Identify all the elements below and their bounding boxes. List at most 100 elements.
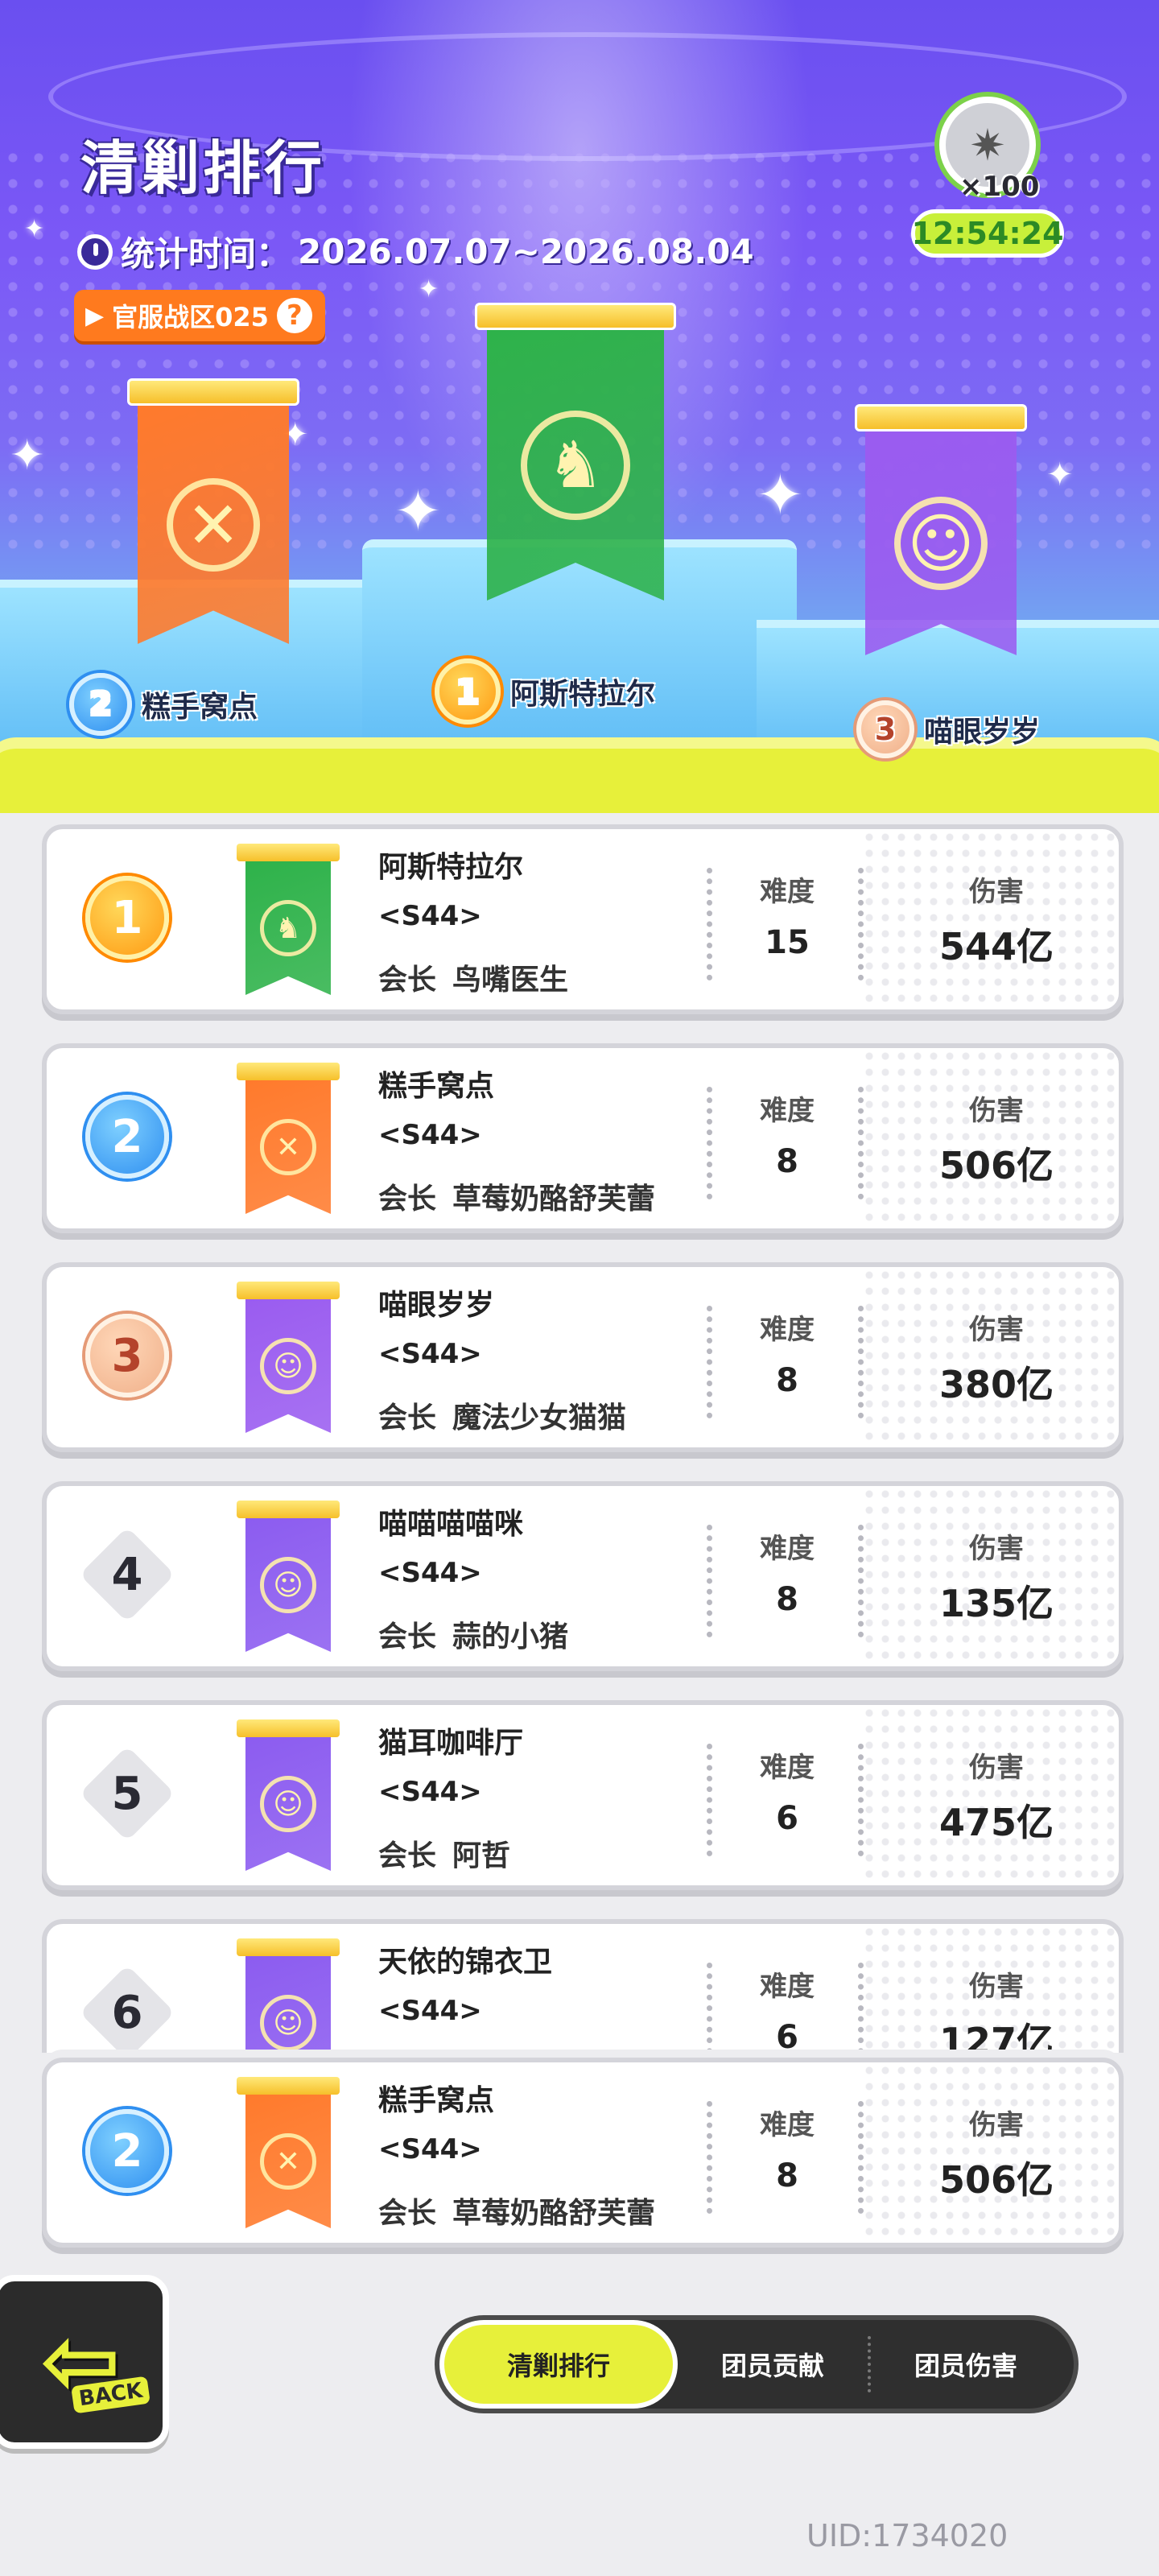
rank-medal: 5 bbox=[79, 1745, 175, 1842]
guild-banner: ☺ bbox=[237, 1501, 340, 1652]
banner-rod bbox=[475, 303, 676, 330]
banner-rod bbox=[237, 1282, 340, 1299]
tab-member-contribution[interactable]: 团员贡献 bbox=[678, 2320, 868, 2409]
slime-divider bbox=[0, 749, 1159, 813]
damage-label: 伤害 bbox=[969, 876, 1024, 908]
guild-tag: <S44> bbox=[378, 1776, 482, 1808]
rank-number: 5 bbox=[111, 1767, 143, 1820]
banner-cloth: ✕ bbox=[245, 1080, 331, 1214]
rank-medal: 2 bbox=[85, 2109, 169, 2193]
sparkle-icon: ✦ bbox=[1046, 456, 1074, 493]
period-row: 统计时间： 2026.07.07~2026.08.04 bbox=[77, 227, 754, 276]
guild-leader: 会长 草莓奶酪舒芙蕾 bbox=[378, 2190, 655, 2231]
tab-member-damage[interactable]: 团员伤害 bbox=[871, 2320, 1061, 2409]
damage-value: 380亿 bbox=[938, 1363, 1054, 1406]
damage-label: 伤害 bbox=[969, 2109, 1024, 2141]
rank-indicator: 2 bbox=[79, 1088, 175, 1185]
leader-name: 魔法少女猫猫 bbox=[452, 1402, 627, 1435]
column-divider bbox=[858, 1087, 864, 1199]
ranking-list[interactable]: 1 ♞ 阿斯特拉尔 <S44> 会长 鸟嘴医生 难度 15 伤害 544亿 2 … bbox=[0, 813, 1159, 2053]
podium-name-rank2: 2 糕手窝点 bbox=[69, 673, 258, 736]
leader-name: 阿哲 bbox=[452, 1839, 511, 1872]
guild-emblem-icon: ☺ bbox=[260, 1776, 316, 1832]
leader-label: 会长 bbox=[378, 1620, 437, 1653]
damage-label: 伤害 bbox=[969, 1095, 1024, 1127]
guild-banner: ☺ bbox=[237, 1938, 340, 2053]
help-question-icon[interactable]: ? bbox=[276, 298, 312, 333]
server-badge[interactable]: ▶ 官服战区025 ? bbox=[74, 290, 325, 341]
guild-name: 喵喵喵喵咪 bbox=[378, 1508, 524, 1541]
column-divider bbox=[707, 1525, 712, 1637]
difficulty-label: 难度 bbox=[760, 1752, 815, 1784]
rank-medal: 6 bbox=[79, 1964, 175, 2053]
difficulty-label: 难度 bbox=[760, 876, 815, 908]
rank-number: 2 bbox=[111, 1110, 143, 1163]
guild-tag: <S44> bbox=[378, 1557, 482, 1589]
podium-guild-name: 喵眼岁岁 bbox=[924, 716, 1041, 749]
sparkle-icon: ✦ bbox=[394, 478, 442, 544]
banner-cloth: ☺ bbox=[245, 1299, 331, 1433]
leader-name: 草莓奶酪舒芙蕾 bbox=[452, 1183, 656, 1216]
damage-value: 127亿 bbox=[938, 2020, 1054, 2053]
guild-emblem-icon: ♞ bbox=[260, 900, 316, 956]
guild-emblem-icon: ♞ bbox=[520, 410, 631, 521]
leader-name: 鸟嘴医生 bbox=[452, 964, 569, 997]
rank-number: 2 bbox=[111, 2124, 143, 2178]
column-divider bbox=[858, 2101, 864, 2214]
user-id: UID:1734020 bbox=[806, 2518, 1008, 2553]
guild-tag: <S44> bbox=[378, 1338, 482, 1370]
podium-banner-rank1[interactable]: ♞ bbox=[475, 303, 676, 601]
rank-medal: 4 bbox=[79, 1526, 175, 1623]
my-guild-row[interactable]: 2 ✕ 糕手窝点 <S44> 会长 草莓奶酪舒芙蕾 难度 8 伤害 506亿 bbox=[42, 2058, 1124, 2248]
banner-rod bbox=[237, 844, 340, 861]
reward-count: ×100 bbox=[959, 171, 1040, 203]
ranking-row[interactable]: 4 ☺ 喵喵喵喵咪 <S44> 会长 蒜的小猪 难度 8 伤害 135亿 bbox=[42, 1481, 1124, 1671]
guild-name: 阿斯特拉尔 bbox=[378, 851, 524, 884]
rank-indicator: 1 bbox=[79, 869, 175, 966]
rank-medal-2: 2 bbox=[69, 673, 132, 736]
difficulty-label: 难度 bbox=[760, 1971, 815, 2003]
banner-rod bbox=[237, 1719, 340, 1737]
tab-clear-ranking[interactable]: 清剿排行 bbox=[439, 2320, 678, 2409]
column-divider bbox=[858, 1306, 864, 1418]
damage-label: 伤害 bbox=[969, 1752, 1024, 1784]
column-divider bbox=[858, 1525, 864, 1637]
damage-label: 伤害 bbox=[969, 1314, 1024, 1346]
sparkle-icon: ✦ bbox=[24, 215, 45, 243]
rank-number: 4 bbox=[111, 1548, 143, 1601]
reward-chest[interactable]: ✷ ×100 12:54:24 bbox=[911, 97, 1064, 266]
column-divider bbox=[707, 1306, 712, 1418]
ranking-row[interactable]: 2 ✕ 糕手窝点 <S44> 会长 草莓奶酪舒芙蕾 难度 8 伤害 506亿 bbox=[42, 1043, 1124, 1233]
rank-indicator: 6 bbox=[79, 1964, 175, 2053]
column-divider bbox=[707, 868, 712, 980]
guild-banner: ☺ bbox=[237, 1282, 340, 1433]
back-button[interactable]: ⇦ BACK bbox=[0, 2275, 169, 2449]
podium-banner-rank3[interactable]: ☺ bbox=[855, 404, 1027, 655]
column-divider bbox=[858, 868, 864, 980]
difficulty-label: 难度 bbox=[760, 1533, 815, 1565]
guild-emblem-icon: ✕ bbox=[260, 2133, 316, 2190]
banner-cloth: ☺ bbox=[245, 1737, 331, 1871]
leader-label: 会长 bbox=[378, 1183, 437, 1216]
sparkle-icon: ✦ bbox=[10, 431, 45, 480]
ranking-row[interactable]: 3 ☺ 喵眼岁岁 <S44> 会长 魔法少女猫猫 难度 8 伤害 380亿 bbox=[42, 1262, 1124, 1452]
rank-medal: 3 bbox=[85, 1314, 169, 1397]
podium-banner-rank2[interactable]: ✕ bbox=[127, 378, 299, 644]
podium-guild-name: 糕手窝点 bbox=[142, 691, 258, 724]
sparkle-icon: ✦ bbox=[757, 462, 804, 528]
damage-value: 475亿 bbox=[938, 1801, 1054, 1844]
ranking-row[interactable]: 6 ☺ 天依的锦衣卫 <S44> 会长 难度 6 伤害 127亿 bbox=[42, 1919, 1124, 2053]
tab-bar: 清剿排行 团员贡献 团员伤害 bbox=[435, 2315, 1079, 2413]
leader-label: 会长 bbox=[378, 1402, 437, 1435]
guild-name: 糕手窝点 bbox=[378, 1070, 495, 1103]
reward-timer: 12:54:24 bbox=[911, 209, 1064, 258]
guild-emblem-icon: ☺ bbox=[893, 496, 988, 591]
difficulty-value: 6 bbox=[776, 2019, 798, 2053]
rank-indicator: 2 bbox=[79, 2103, 175, 2199]
ranking-row[interactable]: 5 ☺ 猫耳咖啡厅 <S44> 会长 阿哲 难度 6 伤害 475亿 bbox=[42, 1700, 1124, 1890]
banner-cloth: ☺ bbox=[864, 431, 1017, 655]
ranking-row[interactable]: 1 ♞ 阿斯特拉尔 <S44> 会长 鸟嘴医生 难度 15 伤害 544亿 bbox=[42, 824, 1124, 1014]
banner-cloth: ☺ bbox=[245, 1518, 331, 1652]
guild-emblem-icon: ✕ bbox=[260, 1119, 316, 1175]
difficulty-label: 难度 bbox=[760, 2109, 815, 2141]
